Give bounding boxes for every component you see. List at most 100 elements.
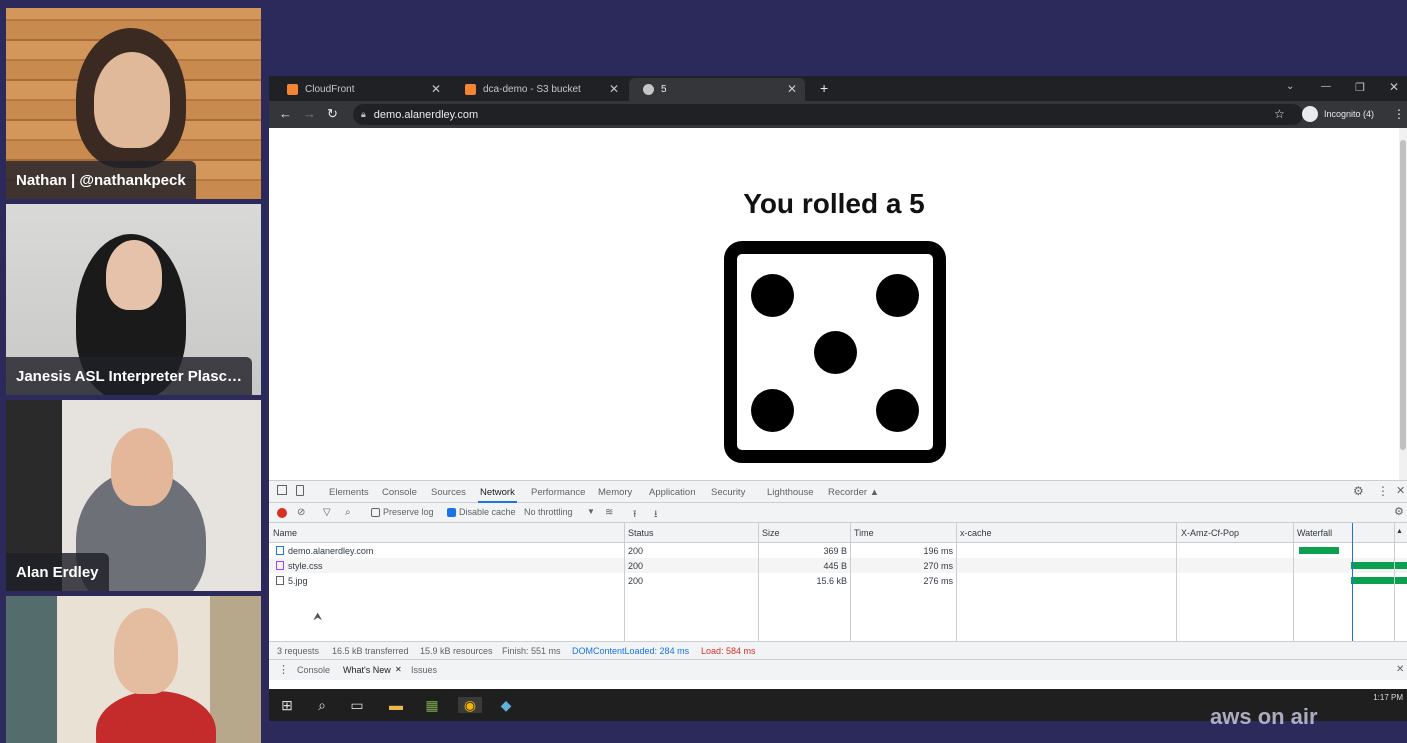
chevron-down-icon[interactable]: ⌄ — [1286, 81, 1294, 92]
preserve-log-checkbox[interactable]: Preserve log — [371, 507, 434, 518]
search-icon[interactable]: ⌕ — [345, 507, 351, 518]
search-icon[interactable]: ⌕ — [314, 697, 330, 713]
participant-tile-1: Nathan | @nathankpeck — [6, 8, 261, 199]
devtools-tab-application[interactable]: Application — [649, 487, 695, 498]
app-icon[interactable]: ◆ — [498, 697, 514, 713]
die-pip — [751, 274, 794, 317]
window-close-button[interactable]: ✕ — [1389, 80, 1399, 94]
filter-icon[interactable]: ▽ — [323, 507, 331, 518]
drawer-close-icon[interactable]: ✕ — [1396, 664, 1404, 675]
page-scrollbar[interactable] — [1399, 128, 1407, 480]
column-divider[interactable] — [1176, 523, 1177, 641]
tab-current[interactable]: 5 ✕ — [629, 78, 805, 101]
record-icon[interactable] — [277, 508, 287, 518]
drawer-tab-console[interactable]: Console — [297, 665, 330, 675]
windows-start-icon[interactable]: ⊞ — [279, 697, 295, 713]
devtools-tab-network[interactable]: Network — [478, 487, 517, 503]
incognito-label[interactable]: Incognito (4) — [1324, 109, 1374, 119]
reload-icon[interactable]: ↻ — [327, 106, 338, 122]
device-toggle-icon[interactable] — [296, 485, 304, 496]
drawer-tab-issues[interactable]: Issues — [411, 665, 437, 675]
network-conditions-icon[interactable]: ≋ — [605, 507, 613, 518]
new-tab-button[interactable]: + — [820, 80, 828, 96]
network-settings-icon[interactable]: ⚙ — [1394, 505, 1404, 518]
devtools-menu-icon[interactable]: ⋮ — [1377, 484, 1389, 498]
tab-close-icon[interactable]: ✕ — [431, 82, 441, 96]
forward-icon[interactable]: → — [303, 106, 316, 121]
address-bar: ← → ↻ 🔒︎ demo.alanerdley.com ☆ Incognito… — [269, 101, 1407, 128]
devtools-tab-lighthouse[interactable]: Lighthouse — [767, 487, 813, 498]
devtools-tab-performance[interactable]: Performance — [531, 487, 585, 498]
column-header-name[interactable]: Name — [273, 528, 297, 538]
file-explorer-icon[interactable]: ▬ — [388, 697, 404, 713]
request-name: demo.alanerdley.com — [288, 546, 374, 556]
app-icon[interactable]: ▦ — [424, 697, 440, 713]
restore-button[interactable]: ❐ — [1355, 81, 1365, 94]
table-header: Name Status Size Time x-cache X-Amz-Cf-P… — [269, 523, 1407, 543]
devtools-tab-console[interactable]: Console — [382, 487, 417, 498]
chevron-down-icon[interactable]: ▼ — [587, 507, 595, 516]
tab-close-icon[interactable]: ✕ — [609, 82, 619, 96]
export-har-icon[interactable]: ⭳ — [654, 507, 658, 524]
column-divider[interactable] — [1394, 523, 1395, 641]
disable-cache-checkbox[interactable]: Disable cache — [447, 507, 516, 518]
die-pip — [814, 331, 857, 374]
devtools-tab-security[interactable]: Security — [711, 487, 745, 498]
devtools-tab-recorder[interactable]: Recorder ▲ — [828, 487, 879, 498]
sort-up-icon[interactable]: ▲ — [1396, 528, 1403, 535]
column-divider[interactable] — [956, 523, 957, 641]
checkbox-checked-icon — [447, 508, 456, 518]
chrome-icon[interactable]: ◉ — [458, 697, 482, 713]
participant-video — [96, 691, 216, 743]
column-divider[interactable] — [624, 523, 625, 641]
column-header-size[interactable]: Size — [762, 528, 780, 538]
tab-close-icon[interactable]: ✕ — [787, 82, 797, 96]
column-header-time[interactable]: Time — [854, 528, 874, 538]
tab-s3-bucket[interactable]: dca-demo - S3 bucket ✕ — [451, 78, 627, 101]
column-header-status[interactable]: Status — [628, 528, 654, 538]
drawer-menu-icon[interactable]: ⋮ — [278, 663, 289, 676]
table-row[interactable]: demo.alanerdley.com 200 369 B 196 ms — [269, 543, 1407, 558]
drawer-tab-whats-new[interactable]: What's New — [343, 665, 391, 675]
request-count: 3 requests — [277, 646, 320, 656]
participant-face — [106, 240, 162, 310]
die-image — [724, 241, 946, 463]
column-header-x-cache[interactable]: x-cache — [960, 528, 992, 538]
url-field[interactable]: 🔒︎ demo.alanerdley.com — [353, 104, 1303, 125]
table-row[interactable]: style.css 200 445 B 270 ms — [269, 558, 1407, 573]
bookmark-star-icon[interactable]: ☆ — [1274, 107, 1285, 121]
column-divider[interactable] — [850, 523, 851, 641]
waterfall-bar — [1351, 577, 1407, 584]
die-pip — [876, 389, 919, 432]
tab-label: 5 — [661, 84, 667, 95]
resources-size: 15.9 kB resources — [420, 646, 493, 656]
settings-gear-icon[interactable]: ⚙ — [1353, 484, 1364, 498]
clear-icon[interactable]: ⊘ — [297, 507, 305, 518]
column-header-waterfall[interactable]: Waterfall — [1297, 528, 1332, 538]
column-divider[interactable] — [1293, 523, 1294, 641]
drawer-tab-close-icon[interactable]: ✕ — [395, 665, 402, 674]
minimize-button[interactable]: — — [1321, 81, 1331, 92]
scrollbar-thumb[interactable] — [1400, 140, 1406, 450]
column-divider[interactable] — [758, 523, 759, 641]
devtools-close-icon[interactable]: ✕ — [1396, 484, 1405, 497]
devtools-tab-sources[interactable]: Sources — [431, 487, 466, 498]
inspect-icon[interactable] — [277, 485, 287, 495]
devtools-tab-memory[interactable]: Memory — [598, 487, 632, 498]
request-name: style.css — [288, 561, 323, 571]
throttling-select[interactable]: No throttling — [524, 507, 573, 517]
column-header-x-amz-cf-pop[interactable]: X-Amz-Cf-Pop — [1181, 528, 1239, 538]
back-icon[interactable]: ← — [279, 106, 292, 121]
import-har-icon[interactable]: ⭱ — [633, 507, 637, 524]
tab-cloudfront[interactable]: CloudFront ✕ — [273, 78, 449, 101]
menu-icon[interactable]: ⋮ — [1393, 107, 1405, 121]
table-row[interactable]: 5.jpg 200 15.6 kB 276 ms — [269, 573, 1407, 588]
task-view-icon[interactable]: ▭ — [349, 697, 365, 713]
devtools-tab-elements[interactable]: Elements — [329, 487, 369, 498]
incognito-icon — [1302, 106, 1318, 122]
checkbox-icon — [371, 508, 380, 518]
system-clock[interactable]: 1:17 PM — [1373, 692, 1403, 703]
network-summary-bar: 3 requests 16.5 kB transferred 15.9 kB r… — [269, 641, 1407, 659]
participant-tile-4 — [6, 596, 261, 743]
participant-face — [94, 52, 170, 148]
